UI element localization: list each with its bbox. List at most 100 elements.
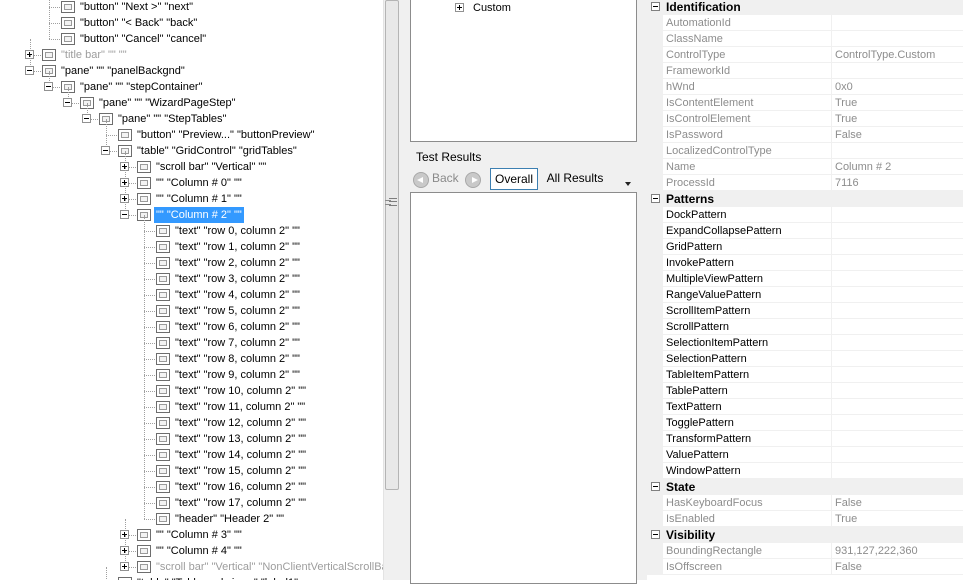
expand-plus-icon[interactable] <box>120 562 129 571</box>
tree-node[interactable]: "text" "row 13, column 2" "" <box>0 423 383 447</box>
property-row[interactable]: IsEnabled True <box>647 511 963 527</box>
tree-node[interactable]: "pane" "" "stepContainer" <box>0 71 383 95</box>
property-value[interactable] <box>832 351 963 367</box>
tree-node[interactable]: "scroll bar" "Vertical" "" <box>0 151 383 175</box>
tree-scrollbar[interactable] <box>383 0 400 580</box>
property-row[interactable]: TableItemPattern <box>647 367 963 383</box>
tree-node[interactable]: "scroll bar" "Vertical" "NonClientVertic… <box>0 551 383 575</box>
tree-node[interactable]: "text" "row 12, column 2" "" <box>0 407 383 431</box>
property-value[interactable] <box>832 303 963 319</box>
property-value[interactable] <box>832 223 963 239</box>
property-row[interactable]: TransformPattern <box>647 431 963 447</box>
property-row[interactable]: hWnd 0x0 <box>647 79 963 95</box>
tree-node[interactable]: "text" "row 5, column 2" "" <box>0 295 383 319</box>
collapse-minus-icon[interactable] <box>63 98 72 107</box>
property-value[interactable] <box>832 431 963 447</box>
property-row[interactable]: GridPattern <box>647 239 963 255</box>
tree-node[interactable]: "text" "row 0, column 2" "" <box>0 215 383 239</box>
splitter-grip-icon[interactable] <box>385 198 391 208</box>
property-row[interactable]: Name Column # 2 <box>647 159 963 175</box>
property-value[interactable]: True <box>832 95 963 111</box>
tree-node[interactable]: "button" "< Back" "back" <box>0 7 383 31</box>
tree-node[interactable]: "" "Column # 2" "" <box>0 199 383 223</box>
tree-node[interactable]: "title bar" "" "" <box>0 39 383 63</box>
toolbar-overflow-icon[interactable] <box>624 179 633 188</box>
tree-node[interactable]: "" "Column # 0" "" <box>0 167 383 191</box>
collapse-minus-icon[interactable] <box>44 82 53 91</box>
property-value[interactable] <box>832 63 963 79</box>
property-value[interactable] <box>832 271 963 287</box>
property-value[interactable] <box>832 15 963 31</box>
property-value[interactable]: False <box>832 127 963 143</box>
property-row[interactable]: MultipleViewPattern <box>647 271 963 287</box>
property-row[interactable]: DockPattern <box>647 207 963 223</box>
tree-node[interactable]: "text" "row 16, column 2" "" <box>0 471 383 495</box>
property-row[interactable]: InvokePattern <box>647 255 963 271</box>
category-patterns[interactable]: Patterns <box>647 191 963 207</box>
property-row[interactable]: TogglePattern <box>647 415 963 431</box>
category-state[interactable]: State <box>647 479 963 495</box>
property-value[interactable]: False <box>832 495 963 511</box>
property-row[interactable]: ScrollPattern <box>647 319 963 335</box>
tree-node[interactable]: "text" "row 15, column 2" "" <box>0 455 383 479</box>
tree-node[interactable]: "text" "row 3, column 2" "" <box>0 263 383 287</box>
property-row[interactable]: SelectionPattern <box>647 351 963 367</box>
property-value[interactable]: True <box>832 111 963 127</box>
property-row[interactable]: IsPassword False <box>647 127 963 143</box>
back-button-label[interactable]: Back <box>432 171 459 185</box>
property-row[interactable]: LocalizedControlType <box>647 143 963 159</box>
property-row[interactable]: TablePattern <box>647 383 963 399</box>
property-value[interactable] <box>832 447 963 463</box>
property-value[interactable] <box>832 335 963 351</box>
property-value[interactable] <box>832 207 963 223</box>
property-value[interactable] <box>832 319 963 335</box>
property-row[interactable]: IsContentElement True <box>647 95 963 111</box>
property-value[interactable]: True <box>832 511 963 527</box>
tree-node[interactable]: "header" "Header 2" "" <box>0 503 383 527</box>
property-value[interactable] <box>832 239 963 255</box>
tree-node[interactable]: "" "Column # 4" "" <box>0 535 383 559</box>
property-value[interactable]: False <box>832 559 963 575</box>
property-row[interactable]: IsOffscreen False <box>647 559 963 575</box>
tree-node[interactable]: "button" "Cancel" "cancel" <box>0 23 383 47</box>
element-tree[interactable]: "button" "Next >" "next" "button" "< Back… <box>0 0 383 580</box>
forward-arrow-icon[interactable] <box>465 172 481 188</box>
property-row[interactable]: ExpandCollapsePattern <box>647 223 963 239</box>
collapse-minus-icon[interactable] <box>101 146 110 155</box>
back-arrow-icon[interactable] <box>413 172 429 188</box>
property-value[interactable]: 0x0 <box>832 79 963 95</box>
property-row[interactable]: ProcessId 7116 <box>647 175 963 191</box>
tree-node[interactable]: "pane" "" "WizardPageStep" <box>0 87 383 111</box>
tab-overall[interactable]: Overall <box>490 168 538 190</box>
collapse-minus-icon[interactable] <box>82 114 91 123</box>
property-row[interactable]: HasKeyboardFocus False <box>647 495 963 511</box>
property-row[interactable]: ClassName <box>647 31 963 47</box>
tree-node[interactable]: "pane" "" "panelBackgnd" <box>0 55 383 79</box>
property-value[interactable] <box>832 383 963 399</box>
tree-scroll-thumb[interactable] <box>385 0 399 490</box>
property-value[interactable]: Column # 2 <box>832 159 963 175</box>
property-row[interactable]: RangeValuePattern <box>647 287 963 303</box>
tree-node[interactable]: "text" "row 8, column 2" "" <box>0 343 383 367</box>
property-value[interactable] <box>832 255 963 271</box>
tree-node[interactable]: "button" "Preview..." "buttonPreview" <box>0 119 383 143</box>
category-visibility[interactable]: Visibility <box>647 527 963 543</box>
property-value[interactable] <box>832 415 963 431</box>
property-value[interactable] <box>832 463 963 479</box>
collapse-minus-icon[interactable] <box>120 210 129 219</box>
category-identification[interactable]: Identification <box>647 0 963 15</box>
pattern-tree[interactable]: Custom <box>410 0 637 142</box>
tree-node[interactable]: "text" "row 1, column 2" "" <box>0 231 383 255</box>
tree-node[interactable]: "text" "row 14, column 2" "" <box>0 439 383 463</box>
expand-plus-icon[interactable] <box>455 3 464 12</box>
property-value[interactable] <box>832 367 963 383</box>
tree-node[interactable]: "table" "Table and views" "label1" <box>0 567 383 580</box>
property-row[interactable]: AutomationId <box>647 15 963 31</box>
property-row[interactable]: IsControlElement True <box>647 111 963 127</box>
property-value[interactable]: ControlType.Custom <box>832 47 963 63</box>
tree-node[interactable]: "text" "row 2, column 2" "" <box>0 247 383 271</box>
tree-node[interactable]: "" "Column # 1" "" <box>0 183 383 207</box>
property-row[interactable]: ScrollItemPattern <box>647 303 963 319</box>
collapse-minus-icon[interactable] <box>651 194 660 203</box>
tree-node[interactable]: "text" "row 9, column 2" "" <box>0 359 383 383</box>
